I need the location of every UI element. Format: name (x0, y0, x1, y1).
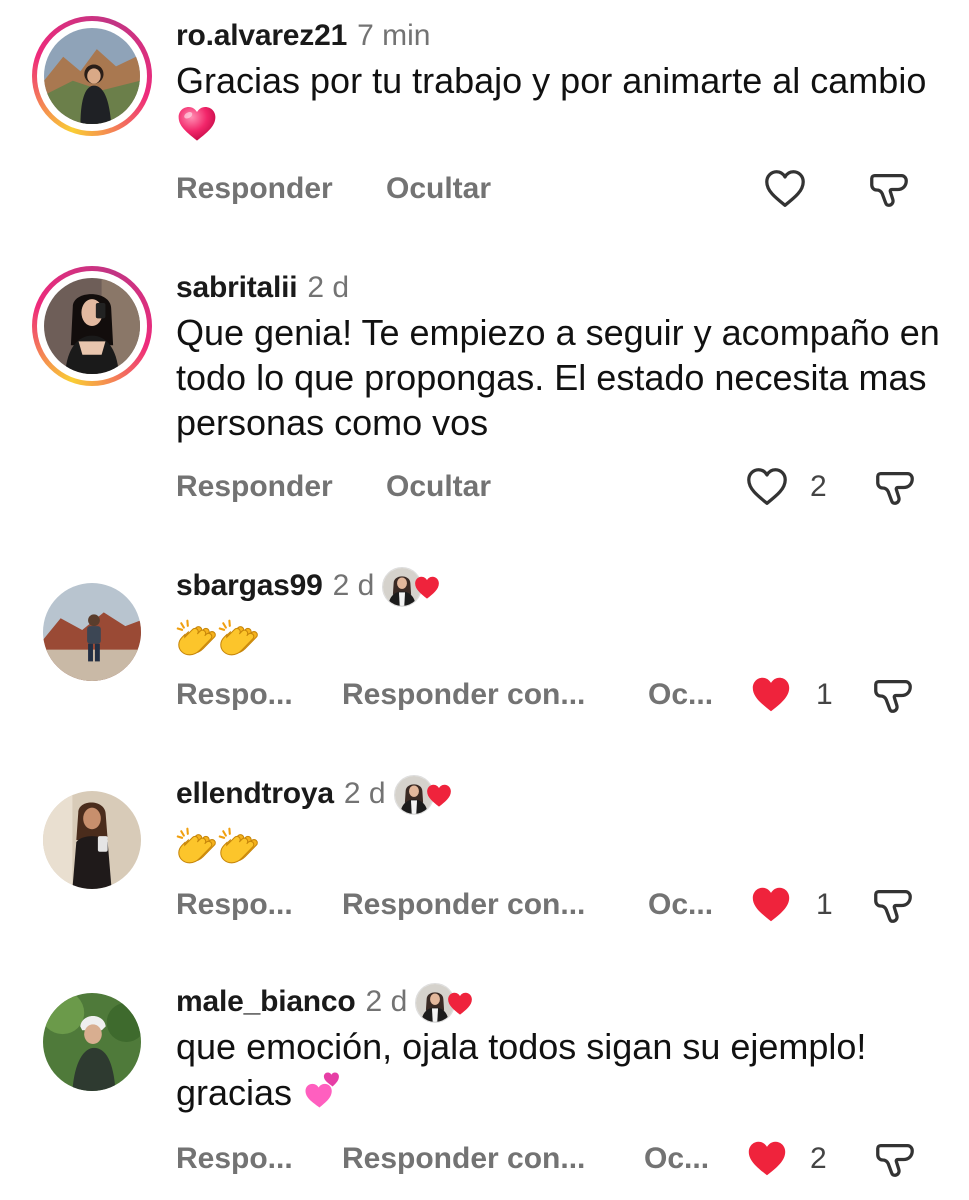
comment-text: Gracias por tu trabajo y por animarte al… (176, 58, 946, 155)
comment-header: male_bianco 2 d (176, 980, 479, 1024)
like-count: 1 (816, 678, 833, 711)
creator-liked-badge (415, 980, 479, 1024)
comment-actions: Respo... Responder con... Oc... 1 (176, 880, 936, 930)
comment-text (176, 826, 946, 878)
reply-button[interactable]: Respo... (176, 880, 293, 930)
comment-body: Gracias por tu trabajo y por animarte al… (176, 60, 927, 101)
red-heart-emoji-icon (176, 103, 218, 155)
comment-header: ellendtroya 2 d (176, 772, 458, 816)
avatar-container[interactable] (32, 780, 152, 900)
timestamp: 2 d (365, 985, 408, 1018)
heart-filled-icon[interactable] (748, 672, 794, 718)
heart-outline-icon[interactable] (744, 464, 790, 510)
username[interactable]: sabritalii (176, 271, 298, 305)
thumbs-down-speech-icon[interactable] (872, 464, 918, 510)
reply-with-button[interactable]: Responder con... (342, 1134, 585, 1184)
thumbs-down-speech-icon[interactable] (870, 672, 916, 718)
comment-actions: Responder Ocultar (176, 164, 936, 214)
comment-actions: Respo... Responder con... Oc... 1 (176, 670, 936, 720)
avatar (44, 278, 140, 374)
hide-button[interactable]: Ocultar (386, 462, 491, 512)
heart-outline-icon[interactable] (762, 166, 808, 212)
reply-button[interactable]: Respo... (176, 1134, 293, 1184)
hide-button[interactable]: Oc... (648, 670, 713, 720)
avatar (43, 583, 141, 681)
heart-filled-icon[interactable] (744, 1136, 790, 1182)
creator-liked-badge (382, 564, 446, 608)
creator-liked-badge (393, 772, 458, 816)
username[interactable]: ro.alvarez21 (176, 19, 347, 53)
comment-text: que emoción, ojala todos sigan su ejempl… (176, 1024, 946, 1121)
reply-with-button[interactable]: Responder con... (342, 880, 585, 930)
timestamp: 2 d (307, 271, 350, 304)
reply-button[interactable]: Responder (176, 462, 333, 512)
reply-with-button[interactable]: Responder con... (342, 670, 585, 720)
hide-button[interactable]: Ocultar (386, 164, 491, 214)
comment-actions: Responder Ocultar 2 (176, 462, 936, 512)
comment-header: sabritalii 2 d (176, 266, 349, 310)
clapping-hands-emoji-icon (218, 826, 260, 878)
comment-header: ro.alvarez21 7 min (176, 14, 430, 58)
username[interactable]: sbargas99 (176, 569, 323, 603)
two-hearts-emoji-icon (302, 1069, 344, 1121)
hide-button[interactable]: Oc... (644, 1134, 709, 1184)
timestamp: 7 min (357, 19, 431, 52)
comment-actions: Respo... Responder con... Oc... 2 (176, 1134, 936, 1184)
avatar-container[interactable] (32, 982, 152, 1102)
clapping-hands-emoji-icon (218, 618, 260, 670)
clapping-hands-emoji-icon (176, 618, 218, 670)
like-count: 2 (810, 470, 827, 503)
thumbs-down-speech-icon[interactable] (866, 166, 912, 212)
heart-filled-icon (445, 989, 475, 1024)
avatar-container[interactable] (32, 572, 152, 692)
thumbs-down-speech-icon[interactable] (872, 1136, 918, 1182)
hide-button[interactable]: Oc... (648, 880, 713, 930)
clapping-hands-emoji-icon (176, 826, 218, 878)
avatar (44, 28, 140, 124)
heart-filled-icon[interactable] (748, 882, 794, 928)
avatar-story-ring[interactable] (32, 16, 152, 136)
comment-header: sbargas99 2 d (176, 564, 446, 608)
timestamp: 2 d (343, 777, 386, 810)
comment-text (176, 618, 946, 670)
username[interactable]: ellendtroya (176, 777, 334, 811)
timestamp: 2 d (332, 569, 375, 602)
like-count: 2 (810, 1142, 827, 1175)
avatar (43, 993, 141, 1091)
comment-body: que emoción, ojala todos sigan su ejempl… (176, 1026, 867, 1113)
avatar-story-ring[interactable] (32, 266, 152, 386)
like-count: 1 (816, 888, 833, 921)
reply-button[interactable]: Respo... (176, 670, 293, 720)
comment-body: Que genia! Te empiezo a seguir y acompañ… (176, 312, 940, 443)
thumbs-down-speech-icon[interactable] (870, 882, 916, 928)
avatar (43, 791, 141, 889)
reply-button[interactable]: Responder (176, 164, 333, 214)
heart-filled-icon (412, 573, 442, 608)
username[interactable]: male_bianco (176, 985, 356, 1019)
comment-text: Que genia! Te empiezo a seguir y acompañ… (176, 310, 946, 445)
heart-filled-icon (424, 781, 454, 816)
